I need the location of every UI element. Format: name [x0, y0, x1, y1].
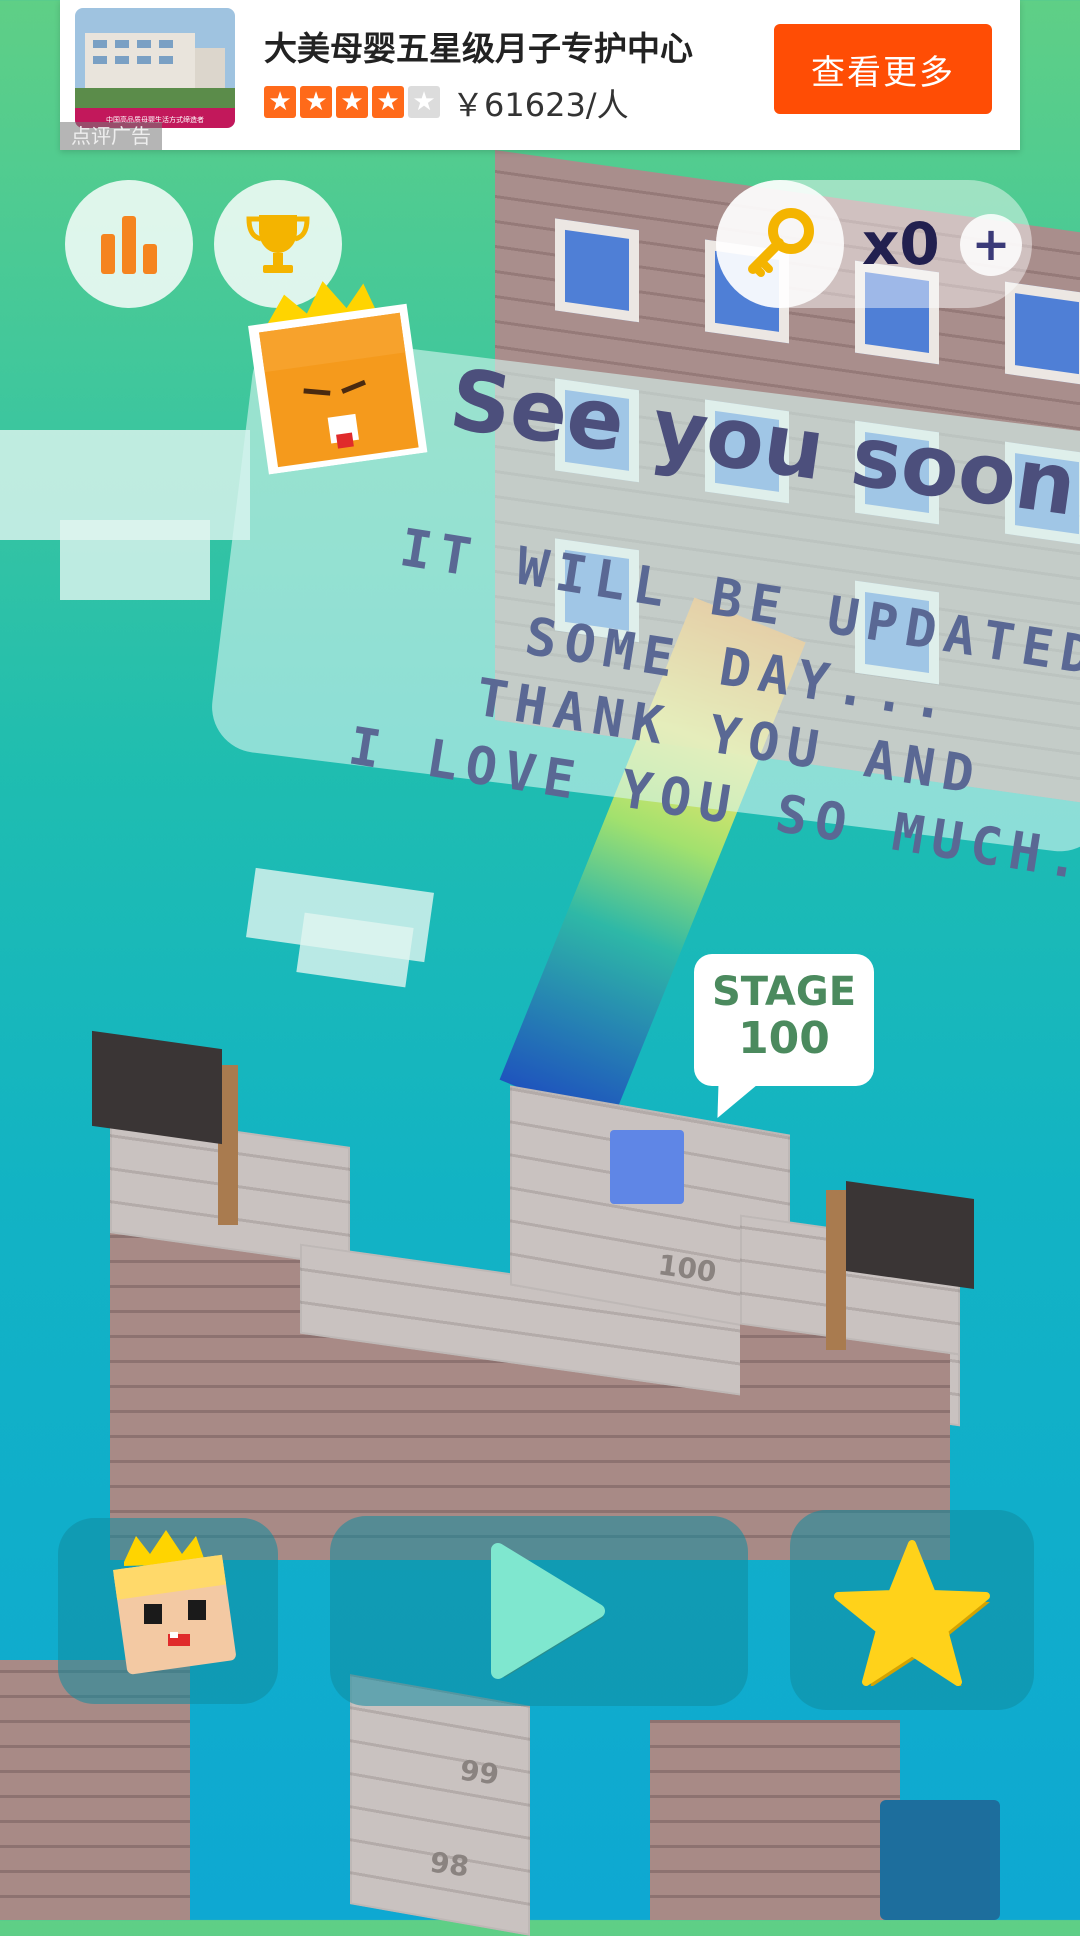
flag-right: [846, 1181, 974, 1289]
ad-thumbnail-image: [75, 8, 235, 128]
cloud: [60, 520, 210, 600]
character-select-button[interactable]: [58, 1518, 278, 1704]
key-icon: [748, 208, 814, 277]
flag-pole-right: [826, 1190, 846, 1350]
stage-number: 100: [738, 1013, 830, 1064]
ad-banner[interactable]: 中国高品质母婴生活方式缔造者 大美母婴五星级月子专护中心 ★ ★ ★ ★ ★ ￥…: [60, 0, 1020, 150]
ad-thumbnail[interactable]: 中国高品质母婴生活方式缔造者: [75, 8, 235, 128]
ad-price: ￥61623/人: [452, 86, 629, 124]
star-filled-icon: ★: [264, 86, 296, 118]
flag-left: [92, 1030, 222, 1145]
keys-counter: x0 +: [716, 180, 1032, 308]
play-button[interactable]: [330, 1516, 748, 1706]
king-character-icon: [113, 1530, 236, 1675]
trophy-icon: [246, 215, 310, 273]
building-window: [555, 218, 639, 323]
ad-rating: ★ ★ ★ ★ ★: [264, 86, 440, 118]
stage-path-tiles: [350, 1674, 530, 1936]
ad-label: 点评广告: [60, 122, 162, 150]
bar-chart-icon: [101, 216, 157, 274]
tile-number: 98: [427, 1845, 472, 1884]
keys-count: x0: [862, 210, 940, 278]
star-filled-icon: ★: [300, 86, 332, 118]
building-window: [1005, 281, 1080, 386]
rate-star-button[interactable]: [790, 1510, 1034, 1710]
blue-block-decoration: [880, 1800, 1000, 1920]
character-avatar: [223, 263, 438, 478]
ad-more-button[interactable]: 查看更多: [774, 24, 992, 114]
star-filled-icon: ★: [336, 86, 368, 118]
key-badge: [716, 180, 844, 308]
star-icon: [834, 1540, 990, 1686]
add-keys-button[interactable]: +: [960, 214, 1022, 276]
orange-king-character-icon: [248, 281, 428, 475]
leaderboard-button[interactable]: [65, 180, 193, 308]
play-icon: [491, 1543, 605, 1679]
stage-label: STAGE: [711, 969, 857, 1015]
stage-indicator[interactable]: STAGE 100: [694, 954, 874, 1086]
castle-tower-bottom-right: [650, 1720, 900, 1920]
star-filled-icon: ★: [372, 86, 404, 118]
ad-title[interactable]: 大美母婴五星级月子专护中心: [264, 22, 693, 70]
player-cube: [610, 1130, 684, 1204]
tile-number: 99: [457, 1753, 502, 1792]
star-empty-icon: ★: [408, 86, 440, 118]
